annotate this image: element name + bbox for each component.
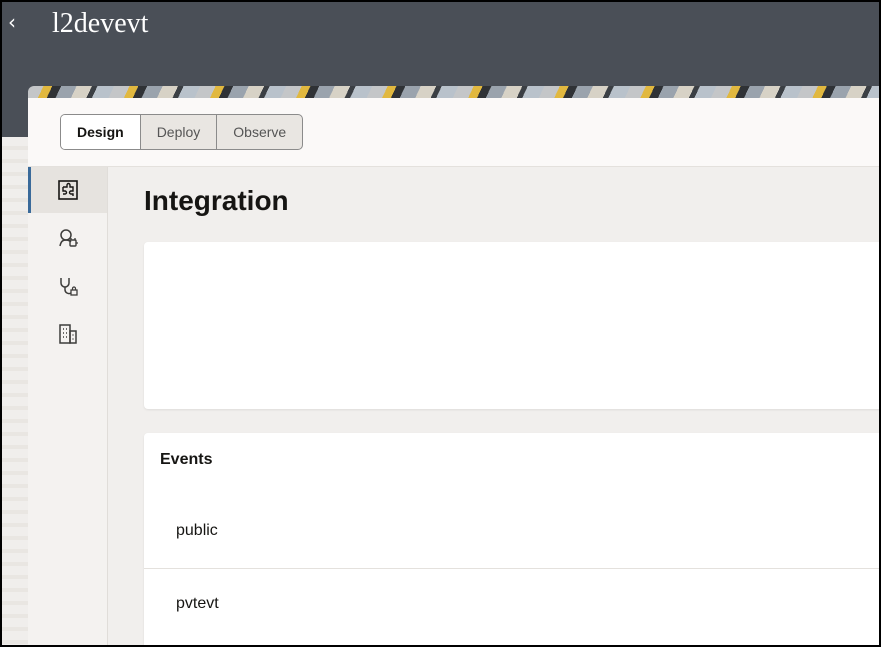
tab-deploy[interactable]: Deploy [139, 115, 217, 149]
rail-item-health[interactable] [28, 263, 107, 309]
app-title: l2devevt [52, 8, 149, 39]
background-pattern [0, 137, 28, 647]
health-check-icon [59, 278, 78, 296]
back-button[interactable]: ‹ [8, 10, 24, 34]
connection-plug-icon [58, 229, 78, 247]
event-name: pvtevt [176, 595, 219, 612]
chevron-left-icon: ‹ [8, 10, 16, 34]
main-panel: Design Deploy Observe Integration Events… [28, 98, 881, 647]
list-item[interactable]: public [144, 497, 881, 567]
list-item[interactable]: pvtevt [144, 570, 881, 640]
side-rail [28, 167, 108, 647]
integration-puzzle-icon [57, 180, 78, 200]
events-heading: Events [160, 451, 213, 468]
rail-item-integration[interactable] [28, 167, 107, 213]
building-icon [58, 324, 77, 344]
rail-item-organization[interactable] [28, 311, 107, 357]
rail-item-connections[interactable] [28, 215, 107, 261]
tab-observe[interactable]: Observe [216, 115, 302, 149]
view-tabs: Design Deploy Observe [60, 114, 304, 150]
divider [144, 568, 881, 569]
content-area: Integration Events public pvtevt [108, 167, 881, 647]
decorative-banner [28, 86, 881, 98]
integration-card [144, 242, 881, 409]
events-card: Events public pvtevt [144, 433, 881, 647]
page-title: Integration [144, 185, 289, 216]
tab-design[interactable]: Design [61, 115, 140, 149]
event-name: public [176, 522, 218, 539]
